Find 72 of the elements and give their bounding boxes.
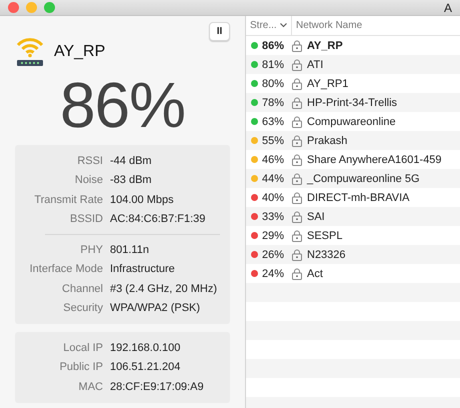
detail-label: RSSI [76,154,103,167]
network-name-cell: AY_RP [307,40,343,52]
detail-value: -44 dBm [110,154,153,167]
pause-button[interactable]: II [209,22,230,41]
detail-value: 104.00 Mbps [110,194,175,206]
detail-label: Channel [61,282,103,295]
strength-cell-text: 81% [262,58,286,70]
network-name-cell: Share AnywhereA1601-459 [307,154,442,166]
detail-label: BSSID [68,213,103,226]
detail-label: Security [62,302,103,314]
lock-icon [292,268,302,280]
network-name-cell: Prakash [307,134,348,146]
strength-cell-text: 44% [262,172,286,184]
detail-label: Noise [74,174,103,186]
network-name-cell: SESPL [307,230,342,242]
detail-label: PHY [79,244,103,256]
detail-label: MAC [78,380,103,393]
column-header[interactable]: Network Name [292,16,460,35]
close-button[interactable] [8,2,19,13]
detail-value: 106.51.21.204 [110,361,182,374]
strength-cell-text: 80% [262,78,286,90]
lock-icon [292,78,302,90]
column-header[interactable]: Stre... [246,16,292,35]
lock-icon [292,116,302,128]
strength-cell-text: 33% [262,210,286,222]
network-name-cell: HP-Print-34-Trellis [307,96,398,108]
wifi-router-icon [15,37,45,67]
strength-cell-text: 46% [262,154,286,166]
network-name-cell: AY_RP1 [307,78,348,90]
detail-value: 801.11n [110,244,150,256]
detail-label: Transmit Rate [33,194,103,206]
strength-cell-text: 24% [262,268,286,280]
zoom-button[interactable] [44,2,55,13]
strength-cell-text: 63% [262,116,286,128]
detail-value: 28:CF:E9:17:09:A9 [110,380,205,393]
network-name-cell: ATI [307,58,324,70]
detail-value: -83 dBm [110,174,153,186]
strength-cell-text: 78% [262,96,286,108]
detail-value: 192.168.0.100 [110,342,182,354]
detail-label: Interface Mode [28,263,103,276]
network-name-cell: N23326 [307,248,346,260]
network-name-cell: _Compuwareonline 5G [307,172,420,184]
network-name-cell: DIRECT-mh-BRAVIA [307,192,410,204]
strength-cell-text: 86% [262,40,286,52]
chevron-down-icon [280,23,287,28]
strength-cell-text: 40% [262,192,286,204]
network-name-cell: SAI [307,210,325,222]
detail-value: Infrastructure [110,263,176,276]
network-name-cell: Compuwareonline [307,116,396,128]
strength-cell-text: 55% [262,134,286,146]
lock-icon [292,96,302,108]
detail-value: #3 (2.4 GHz, 20 MHz) [110,282,218,295]
detail-label: Local IP [62,342,103,354]
lock-icon [292,134,302,146]
lock-icon [292,58,302,70]
lock-icon [292,154,302,166]
network-name-cell: Act [307,268,323,280]
lock-icon [292,40,302,52]
window-title: A [444,0,452,14]
signal-strength: 86% [58,73,186,137]
strength-cell-text: 26% [262,248,286,260]
network-name: AY_RP [54,43,106,61]
strength-cell-text: 29% [262,230,286,242]
lock-icon [292,210,302,222]
lock-icon [292,172,302,184]
lock-icon [292,248,302,260]
lock-icon [292,230,302,242]
minimize-button[interactable] [26,2,37,13]
detail-label: Public IP [58,361,103,374]
detail-value: AC:84:C6:B7:F1:39 [110,213,206,226]
detail-value: WPA/WPA2 (PSK) [110,302,202,314]
lock-icon [292,192,302,204]
